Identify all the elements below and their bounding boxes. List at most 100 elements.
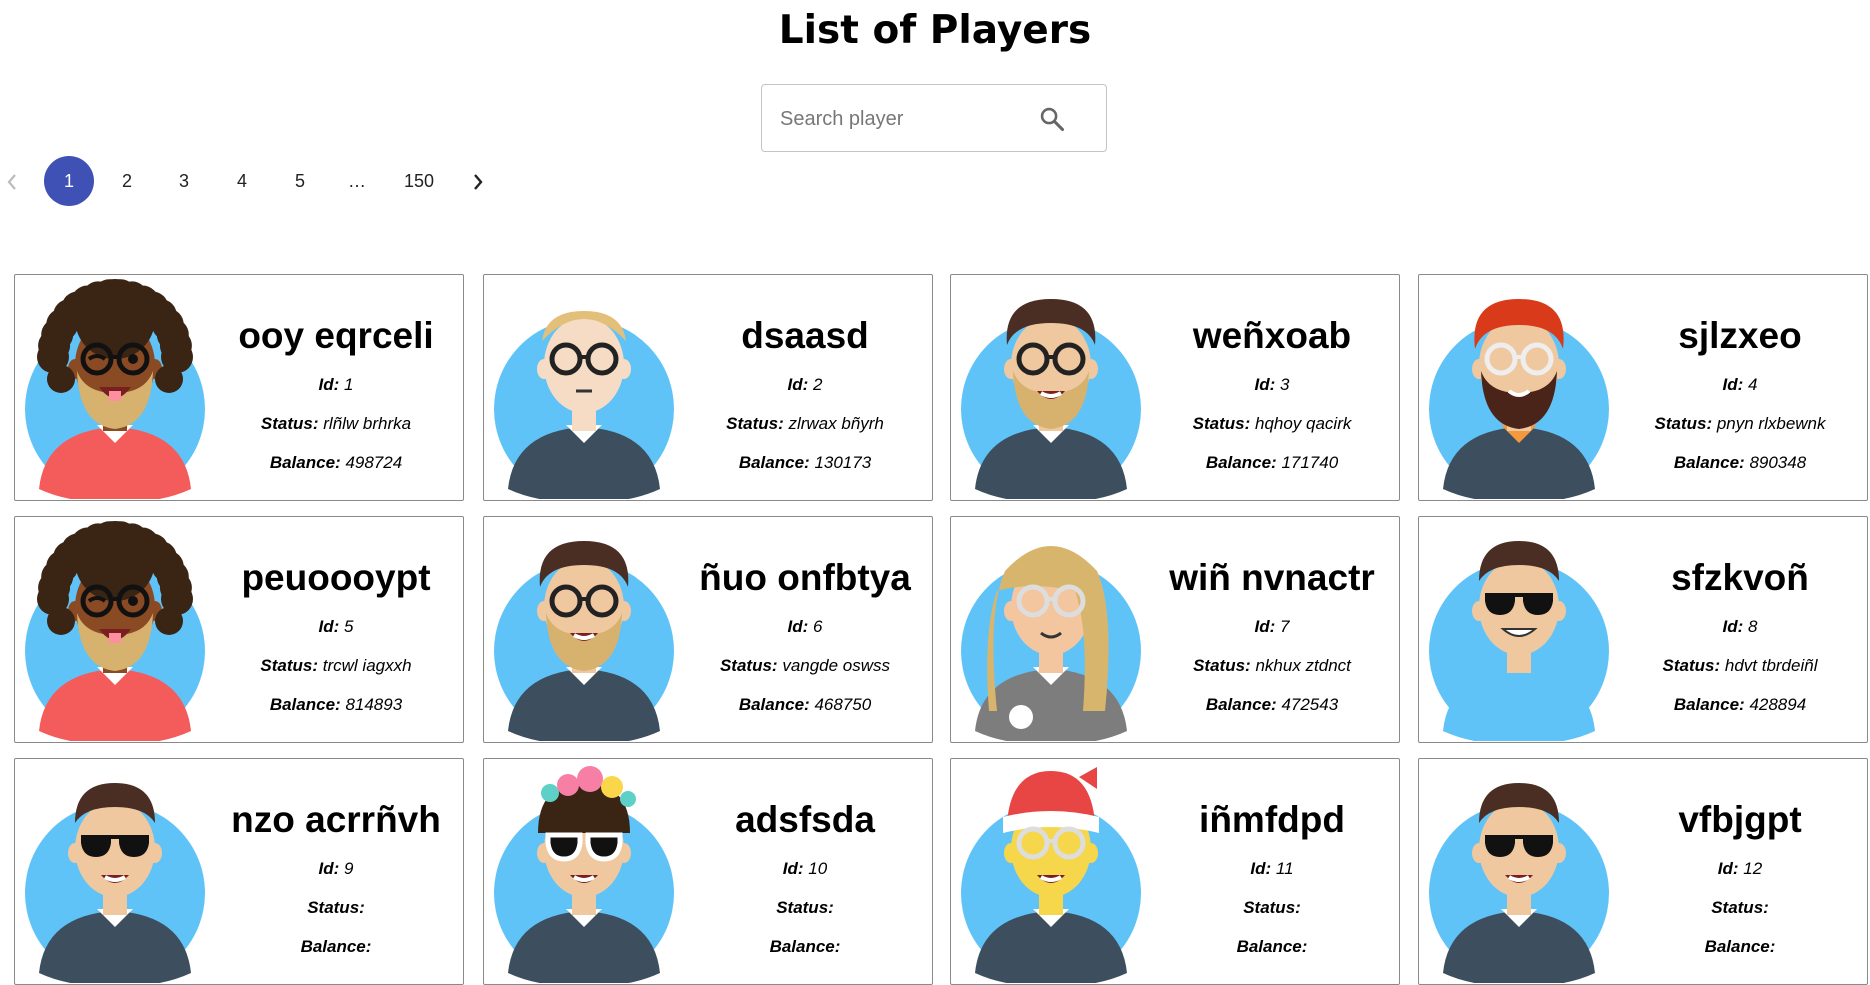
page-button-1[interactable]: 1 [44,156,94,206]
player-card[interactable]: adsfsda Id: 10 Status: Balance: [483,758,933,985]
status-value: pnyn rlxbewnk [1716,414,1826,433]
player-id: Id: 5 [215,615,457,639]
id-label: Id: [1717,859,1739,878]
id-label: Id: [1722,375,1744,394]
balance-label: Balance: [738,453,810,472]
player-card[interactable]: iñmfdpd Id: 11 Status: Balance: [950,758,1400,985]
balance-label: Balance: [269,453,341,472]
player-id: Id: 8 [1619,615,1861,639]
player-id: Id: 6 [684,615,926,639]
player-card[interactable]: ooy eqrceli Id: 1 Status: rlñlw brhrka B… [14,274,464,501]
player-card[interactable]: ñuo onfbtya Id: 6 Status: vangde oswss B… [483,516,933,743]
status-label: Status: [776,898,834,917]
player-info: sjlzxeo Id: 4 Status: pnyn rlxbewnk Bala… [1619,275,1861,475]
player-avatar [961,763,1141,984]
player-info: nzo acrrñvh Id: 9 Status: Balance: [215,759,457,959]
status-value: hdvt tbrdeiñl [1724,656,1818,675]
player-balance: Balance: 468750 [684,693,926,717]
balance-value: 171740 [1281,453,1339,472]
player-name: wiñ nvnactr [1169,557,1375,598]
player-avatar [494,521,674,742]
id-label: Id: [782,859,804,878]
player-id: Id: 1 [215,373,457,397]
id-value: 11 [1275,859,1294,878]
id-label: Id: [1722,617,1744,636]
balance-value: 428894 [1749,695,1807,714]
player-avatar [961,521,1141,742]
previous-page-button[interactable] [0,156,24,206]
player-id: Id: 12 [1619,857,1861,881]
balance-label: Balance: [1236,937,1308,956]
player-card[interactable]: sjlzxeo Id: 4 Status: pnyn rlxbewnk Bala… [1418,274,1868,501]
id-value: 4 [1748,375,1758,394]
search-box[interactable] [761,84,1107,153]
id-value: 12 [1743,859,1763,878]
id-label: Id: [1254,617,1276,636]
player-card[interactable]: sfzkvoñ Id: 8 Status: hdvt tbrdeiñl Bala… [1418,516,1868,743]
id-value: 10 [808,859,828,878]
id-value: 7 [1280,617,1290,636]
status-label: Status: [1243,898,1301,917]
balance-label: Balance: [1704,937,1776,956]
id-value: 5 [344,617,354,636]
player-name: peuoooypt [241,557,431,598]
player-info: weñxoab Id: 3 Status: hqhoy qacirk Balan… [1151,275,1393,475]
status-value: nkhux ztdnct [1255,656,1351,675]
id-value: 9 [344,859,354,878]
player-card[interactable]: wiñ nvnactr Id: 7 Status: nkhux ztdnct B… [950,516,1400,743]
balance-value: 472543 [1281,695,1339,714]
player-name: vfbjgpt [1678,799,1802,840]
player-info: sfzkvoñ Id: 8 Status: hdvt tbrdeiñl Bala… [1619,517,1861,717]
player-balance: Balance: 428894 [1619,693,1861,717]
player-status: Status: trcwl iagxxh [215,654,457,678]
id-value: 1 [344,375,354,394]
player-card[interactable]: vfbjgpt Id: 12 Status: Balance: [1418,758,1868,985]
balance-label: Balance: [1205,695,1277,714]
balance-label: Balance: [769,937,841,956]
player-status: Status: [1619,896,1861,920]
player-card[interactable]: dsaasd Id: 2 Status: zlrwax bñyrh Balanc… [483,274,933,501]
player-id: Id: 4 [1619,373,1861,397]
balance-label: Balance: [1673,695,1745,714]
status-label: Status: [1193,656,1251,675]
status-value: vangde oswss [782,656,891,675]
player-status: Status: hdvt tbrdeiñl [1619,654,1861,678]
page-title: List of Players [778,8,1092,53]
balance-value: 890348 [1749,453,1807,472]
status-value: zlrwax bñyrh [788,414,884,433]
status-value: hqhoy qacirk [1254,414,1352,433]
player-card[interactable]: nzo acrrñvh Id: 9 Status: Balance: [14,758,464,985]
player-card[interactable]: weñxoab Id: 3 Status: hqhoy qacirk Balan… [950,274,1400,501]
status-label: Status: [719,656,778,675]
status-value: trcwl iagxxh [322,656,412,675]
status-label: Status: [1192,414,1251,433]
player-avatar [25,279,205,500]
page-button-3[interactable]: 3 [159,156,209,206]
status-label: Status: [260,656,319,675]
player-avatar [1429,279,1609,500]
page-button-4[interactable]: 4 [217,156,267,206]
player-id: Id: 9 [215,857,457,881]
player-id: Id: 2 [684,373,926,397]
chevron-left-icon [7,174,16,190]
page-ellipsis: … [348,171,366,191]
page-button-2[interactable]: 2 [102,156,152,206]
player-avatar [494,763,674,984]
player-status: Status: hqhoy qacirk [1151,412,1393,436]
page-button-5[interactable]: 5 [275,156,325,206]
player-name: sjlzxeo [1678,315,1802,356]
next-page-button[interactable] [466,156,490,206]
search-icon[interactable] [1038,105,1066,133]
player-balance: Balance: 171740 [1151,451,1393,475]
player-info: iñmfdpd Id: 11 Status: Balance: [1151,759,1393,959]
player-card[interactable]: peuoooypt Id: 5 Status: trcwl iagxxh Bal… [14,516,464,743]
player-info: wiñ nvnactr Id: 7 Status: nkhux ztdnct B… [1151,517,1393,717]
page-button-150[interactable]: 150 [392,156,446,206]
balance-label: Balance: [300,937,372,956]
status-label: Status: [726,414,784,433]
search-input[interactable] [778,85,1032,153]
player-avatar [1429,763,1609,984]
status-value: rlñlw brhrka [323,414,412,433]
player-balance: Balance: [1619,935,1861,959]
player-info: ñuo onfbtya Id: 6 Status: vangde oswss B… [684,517,926,717]
